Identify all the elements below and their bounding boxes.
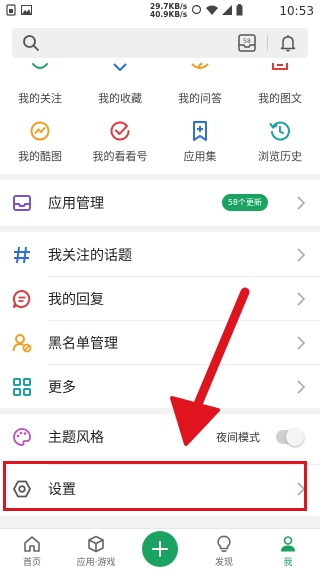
- cube-icon: [88, 535, 104, 553]
- nav-label: 应用·游戏: [76, 558, 116, 568]
- nav-home[interactable]: 首页: [0, 529, 64, 572]
- nav-label: 发现: [214, 558, 233, 568]
- nav-label: 首页: [22, 558, 41, 568]
- person-icon: [281, 536, 295, 552]
- nav-label: 我: [283, 558, 293, 568]
- create-post-button[interactable]: [142, 531, 178, 567]
- nav-apps-games[interactable]: 应用·游戏: [64, 529, 128, 572]
- annotation-arrow: [170, 287, 250, 446]
- lightbulb-icon: [217, 535, 231, 552]
- home-icon: [24, 536, 40, 552]
- nav-me[interactable]: 我: [256, 529, 320, 572]
- nav-discover[interactable]: 发现: [192, 529, 256, 572]
